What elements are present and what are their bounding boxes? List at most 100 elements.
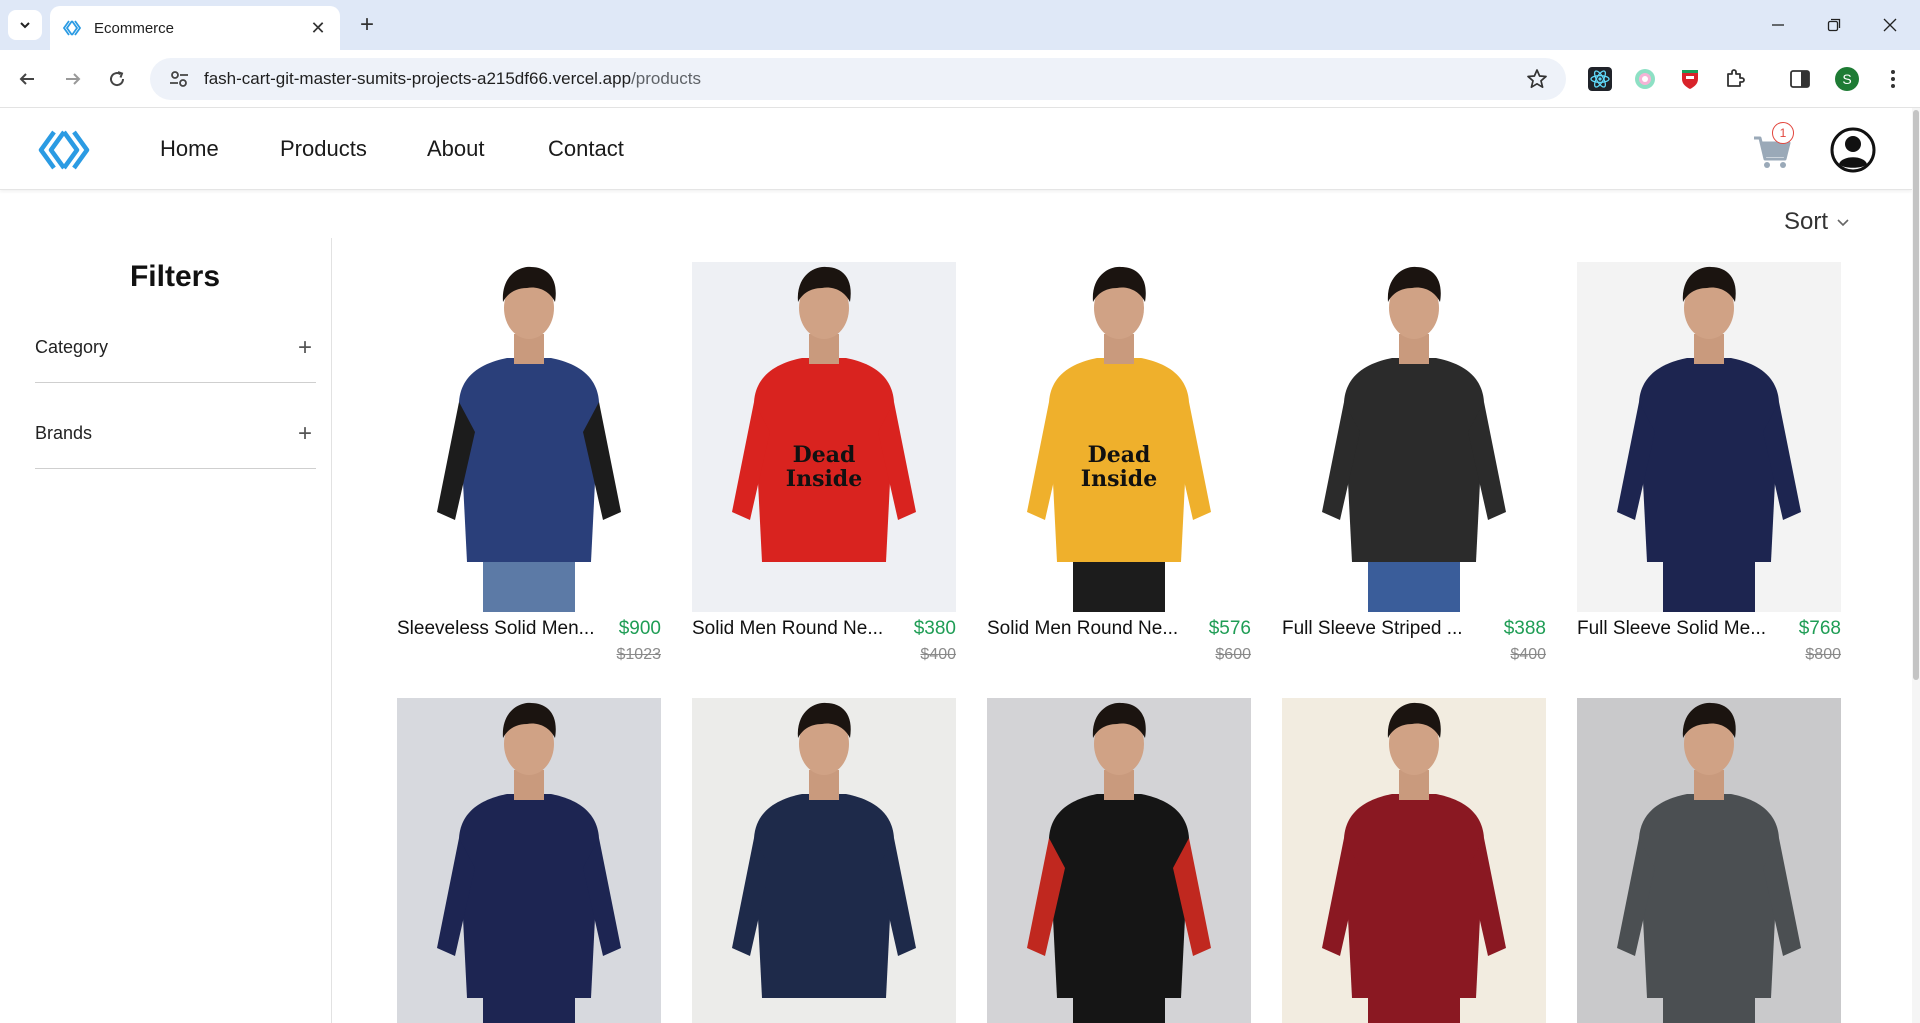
product-name[interactable]: Solid Men Round Ne... — [692, 616, 890, 642]
browser-tabstrip: Ecommerce ✕ + — [0, 0, 1920, 50]
nav-products-link[interactable]: Products — [280, 136, 367, 162]
product-name[interactable]: Full Sleeve Striped ... — [1282, 616, 1480, 642]
user-account-icon[interactable] — [1830, 127, 1876, 173]
product-image[interactable] — [397, 262, 661, 612]
react-devtools-extension-icon[interactable] — [1587, 66, 1613, 92]
product-price: $576 — [1208, 618, 1251, 639]
product-image[interactable] — [1577, 698, 1841, 1023]
nav-contact-link[interactable]: Contact — [548, 136, 624, 162]
filter-category-label: Category — [35, 337, 109, 357]
browser-tab[interactable]: Ecommerce ✕ — [50, 6, 340, 50]
bookmark-star-icon[interactable] — [1526, 68, 1548, 90]
forward-button[interactable] — [58, 64, 88, 94]
web-page: Home Products About Contact 1 Sort Filte… — [0, 108, 1920, 1023]
product-card[interactable] — [397, 698, 661, 1023]
model-photo: DeadInside — [732, 266, 916, 562]
profile-avatar-button[interactable]: S — [1834, 66, 1860, 92]
product-prices: $900 $1023 — [617, 616, 662, 668]
product-image[interactable] — [1282, 698, 1546, 1023]
site-settings-icon[interactable] — [168, 68, 190, 90]
plus-icon: + — [297, 333, 312, 361]
product-info: Full Sleeve Striped ... $388 $400 — [1282, 616, 1546, 668]
site-favicon-icon — [62, 20, 82, 36]
product-image[interactable]: Dead Inside — [987, 262, 1251, 612]
url-host: fash-cart-git-master-sumits-projects-a21… — [204, 69, 632, 88]
nav-home-link[interactable]: Home — [160, 136, 219, 162]
close-window-button[interactable] — [1862, 0, 1918, 50]
product-old-price: $400 — [920, 646, 956, 663]
product-price: $380 — [913, 618, 956, 639]
color-picker-extension-icon[interactable] — [1632, 66, 1658, 92]
tab-search-button[interactable] — [8, 10, 42, 40]
filters-sidebar: Filters Category + Brands + — [0, 238, 332, 1023]
back-button[interactable] — [12, 64, 42, 94]
product-name[interactable]: Full Sleeve Solid Me... — [1577, 616, 1775, 642]
product-image[interactable] — [1282, 262, 1546, 612]
product-card[interactable]: Sleeveless Solid Men... $900 $1023 — [397, 262, 661, 668]
svg-text:Inside: Inside — [1081, 466, 1157, 492]
product-price: $388 — [1503, 618, 1546, 639]
product-info: Solid Men Round Ne... $576 $600 — [987, 616, 1251, 668]
product-price: $768 — [1798, 618, 1841, 639]
product-old-price: $1023 — [616, 646, 662, 663]
product-card[interactable]: Full Sleeve Solid Me... $768 $800 — [1577, 262, 1841, 668]
profile-initial: S — [1842, 71, 1852, 87]
product-card[interactable] — [1282, 698, 1546, 1023]
side-panel-icon[interactable] — [1787, 66, 1813, 92]
filter-category-toggle[interactable]: Category + — [35, 313, 316, 383]
arrow-right-icon — [66, 73, 81, 85]
new-tab-button[interactable]: + — [352, 10, 382, 40]
product-card[interactable]: Dead Inside Solid Men Round Ne... $380 $4… — [692, 262, 956, 668]
shield-extension-icon[interactable] — [1677, 66, 1703, 92]
close-tab-icon[interactable]: ✕ — [308, 18, 328, 39]
product-name[interactable]: Solid Men Round Ne... — [987, 616, 1185, 642]
url-text: fash-cart-git-master-sumits-projects-a21… — [204, 69, 1526, 89]
chevron-down-icon — [1837, 219, 1849, 227]
svg-text:Dead: Dead — [793, 442, 856, 468]
product-name[interactable]: Sleeveless Solid Men... — [397, 616, 595, 642]
minimize-icon — [1772, 24, 1784, 26]
model-photo — [1322, 702, 1506, 1023]
product-card[interactable] — [987, 698, 1251, 1023]
nav-about-link[interactable]: About — [427, 136, 485, 162]
product-prices: $388 $400 — [1504, 616, 1546, 668]
minimize-button[interactable] — [1750, 0, 1806, 50]
product-info: Solid Men Round Ne... $380 $400 — [692, 616, 956, 668]
model-photo: DeadInside — [1027, 266, 1211, 612]
browser-menu-icon[interactable] — [1880, 66, 1906, 92]
scrollbar-thumb[interactable] — [1913, 110, 1919, 680]
product-old-price: $600 — [1215, 646, 1251, 663]
product-prices: $576 $600 — [1209, 616, 1251, 668]
restore-button[interactable] — [1806, 0, 1862, 50]
restore-icon — [1827, 18, 1841, 32]
product-info: Sleeveless Solid Men... $900 $1023 — [397, 616, 661, 668]
reload-icon — [110, 71, 125, 87]
model-photo — [437, 266, 621, 612]
svg-text:Dead: Dead — [1088, 442, 1151, 468]
model-photo — [1322, 266, 1506, 612]
page-scrollbar[interactable] — [1912, 108, 1920, 1023]
sort-dropdown[interactable]: Sort — [1784, 208, 1850, 236]
model-photo — [1027, 702, 1211, 1023]
product-card[interactable]: Full Sleeve Striped ... $388 $400 — [1282, 262, 1546, 668]
url-path: /products — [631, 69, 701, 88]
reload-button[interactable] — [102, 64, 132, 94]
product-image[interactable] — [397, 698, 661, 1023]
address-bar[interactable]: fash-cart-git-master-sumits-projects-a21… — [150, 58, 1566, 100]
sort-label: Sort — [1784, 208, 1829, 235]
site-header: Home Products About Contact 1 — [0, 108, 1912, 190]
product-card[interactable] — [1577, 698, 1841, 1023]
product-image[interactable] — [692, 698, 956, 1023]
brand-logo-icon[interactable] — [38, 128, 90, 172]
product-image[interactable] — [987, 698, 1251, 1023]
product-image[interactable]: Dead Inside — [692, 262, 956, 612]
model-photo — [1617, 266, 1801, 612]
product-prices: $768 $800 — [1799, 616, 1841, 668]
svg-text:Inside: Inside — [786, 466, 862, 492]
product-card[interactable] — [692, 698, 956, 1023]
product-price: $900 — [618, 618, 661, 639]
product-card[interactable]: Dead Inside Solid Men Round Ne... $576 $6… — [987, 262, 1251, 668]
product-image[interactable] — [1577, 262, 1841, 612]
filter-brands-toggle[interactable]: Brands + — [35, 399, 316, 469]
extensions-puzzle-icon[interactable] — [1722, 66, 1748, 92]
